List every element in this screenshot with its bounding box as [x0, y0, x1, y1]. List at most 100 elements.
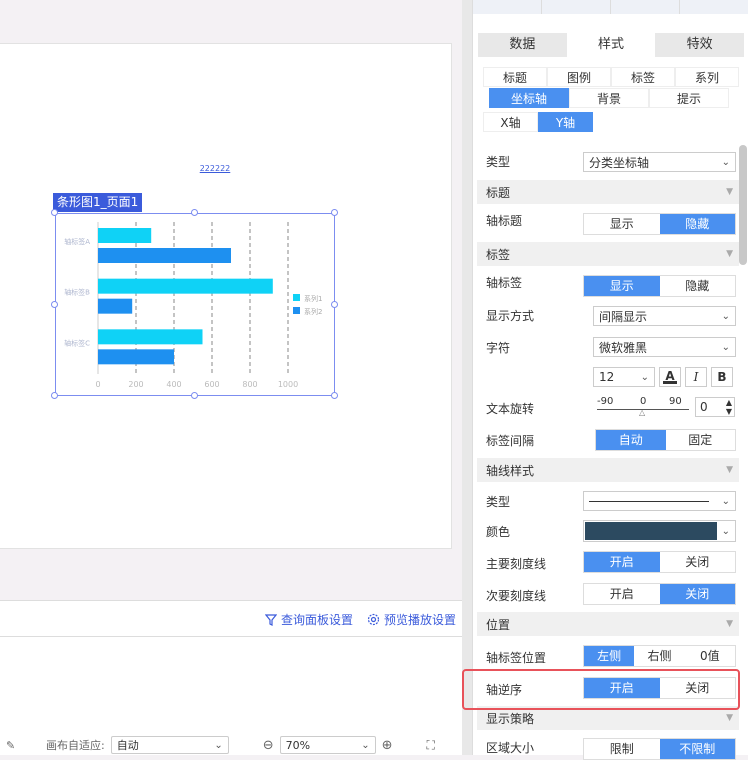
section-axisline-label: 轴线样式	[486, 463, 535, 478]
top-tab-4[interactable]	[680, 0, 748, 14]
axis-title-hide[interactable]: 隐藏	[659, 214, 735, 234]
resize-handle-bm[interactable]	[191, 392, 198, 399]
bold-button[interactable]: B	[711, 367, 733, 387]
rotate-value-input[interactable]: 0 ▲ ▼	[695, 397, 735, 417]
x-tick-label: 1000	[278, 380, 298, 389]
legend-swatch	[293, 307, 300, 314]
subtab-label[interactable]: 标签	[611, 67, 675, 87]
area-no-limit[interactable]: 不限制	[659, 739, 735, 759]
interval-fixed[interactable]: 固定	[665, 430, 735, 450]
font-select[interactable]: 微软雅黑 ⌄	[593, 337, 736, 357]
canvas-scrollbar[interactable]	[462, 0, 472, 755]
rotate-mid: 0	[640, 396, 647, 407]
area-size-toggle[interactable]: 限制 不限制	[583, 738, 736, 760]
minor-tick-toggle[interactable]: 开启 关闭	[583, 583, 736, 605]
area-limit[interactable]: 限制	[584, 739, 660, 759]
subtab-legend[interactable]: 图例	[547, 67, 611, 87]
chevron-down-icon: ⌄	[214, 739, 223, 751]
minor-tick-on[interactable]: 开启	[584, 584, 660, 604]
zoom-out-icon[interactable]: ⊖	[263, 738, 274, 753]
canvas-adapt-select[interactable]: 自动 ⌄	[110, 736, 229, 754]
chart-component-label[interactable]: 条形图1_页面1	[53, 193, 143, 212]
tab-x-axis[interactable]: X轴	[483, 112, 538, 132]
panel-scrollbar[interactable]	[739, 145, 747, 265]
line-type-select[interactable]: ⌄	[583, 491, 736, 511]
legend-label: 系列2	[304, 307, 322, 316]
axis-label-show[interactable]: 显示	[584, 276, 660, 296]
font-size-value: 12	[599, 370, 615, 384]
section-axisline[interactable]: 轴线样式 ▼	[477, 458, 739, 482]
major-tick-on[interactable]: 开启	[584, 552, 660, 572]
axis-label-label: 轴标签	[486, 276, 523, 290]
position-zero[interactable]: 0值	[684, 646, 735, 666]
font-label: 字符	[486, 341, 511, 355]
axis-label-toggle[interactable]: 显示 隐藏	[583, 275, 736, 297]
font-color-button[interactable]: A	[659, 367, 681, 387]
axis-label-position-toggle[interactable]: 左侧 右侧 0值	[583, 645, 736, 667]
resize-handle-tl[interactable]	[51, 209, 58, 216]
subtab-tooltip[interactable]: 提示	[649, 88, 729, 108]
zoom-toolbar: ✎ 画布自适应: 自动 ⌄ ⊖ 70% ⌄ ⊕ ⛶	[0, 735, 470, 755]
pencil-icon[interactable]: ✎	[6, 739, 20, 752]
bar	[98, 248, 231, 263]
label-interval-toggle[interactable]: 自动 固定	[595, 429, 736, 451]
major-tick-label: 主要刻度线	[486, 557, 547, 571]
tab-y-axis[interactable]: Y轴	[538, 112, 593, 132]
axis-title-toggle[interactable]: 显示 隐藏	[583, 213, 736, 235]
top-tab-2[interactable]	[542, 0, 611, 14]
bar	[98, 298, 133, 314]
major-tick-toggle[interactable]: 开启 关闭	[583, 551, 736, 573]
zoom-select[interactable]: 70% ⌄	[279, 736, 376, 754]
bar	[98, 228, 152, 243]
resize-handle-tm[interactable]	[191, 209, 198, 216]
interval-auto[interactable]: 自动	[596, 430, 666, 450]
section-position[interactable]: 位置 ▼	[477, 612, 739, 636]
section-title[interactable]: 标题 ▼	[477, 180, 739, 204]
subtab-title[interactable]: 标题	[483, 67, 547, 87]
chart-component[interactable]: 0 200 400 600 800 1000 轴标签A 轴标签B 轴标签C 系列1 系列2	[55, 213, 335, 396]
axis-label-position-label: 轴标签位置	[486, 651, 547, 665]
minor-tick-off[interactable]: 关闭	[659, 584, 735, 604]
tab-style[interactable]: 样式	[566, 33, 656, 57]
x-tick-label: 200	[128, 380, 143, 389]
section-label[interactable]: 标签 ▼	[477, 242, 739, 266]
font-value: 微软雅黑	[599, 340, 648, 355]
font-size-select[interactable]: 12 ⌄	[593, 367, 655, 387]
resize-handle-ml[interactable]	[51, 301, 58, 308]
collapse-icon: ▼	[726, 249, 733, 259]
top-tabs	[473, 0, 748, 14]
rotate-slider[interactable]: -90 0 90 △	[597, 396, 692, 418]
axis-type-select[interactable]: 分类坐标轴 ⌄	[583, 152, 736, 172]
position-left[interactable]: 左侧	[584, 646, 635, 666]
style-panel: 数据 样式 特效 标题 图例 标签 系列 坐标轴 背景 提示 X轴 Y轴 类型 …	[472, 0, 748, 760]
collapse-icon: ▼	[726, 187, 733, 197]
tab-effects[interactable]: 特效	[655, 33, 744, 57]
chevron-down-icon: ⌄	[361, 739, 370, 751]
subtab-background[interactable]: 背景	[569, 88, 649, 108]
italic-button[interactable]: I	[685, 367, 707, 387]
subtab-series[interactable]: 系列	[675, 67, 739, 87]
resize-handle-mr[interactable]	[331, 301, 338, 308]
axis-title-label: 轴标题	[486, 214, 523, 228]
query-panel-settings-link[interactable]: 查询面板设置	[264, 611, 353, 628]
tab-data[interactable]: 数据	[478, 33, 567, 57]
axis-label-hide[interactable]: 隐藏	[659, 276, 735, 296]
fit-screen-icon[interactable]: ⛶	[427, 738, 435, 753]
line-type-label: 类型	[486, 495, 511, 509]
canvas-adapt-value: 自动	[116, 739, 139, 752]
line-color-select[interactable]: ⌄	[583, 520, 736, 542]
preview-settings-link[interactable]: 预览播放设置	[367, 611, 456, 628]
top-tab-1[interactable]	[473, 0, 542, 14]
axis-title-show[interactable]: 显示	[584, 214, 660, 234]
position-right[interactable]: 右侧	[634, 646, 685, 666]
canvas-title-text[interactable]: 222222	[195, 164, 235, 173]
resize-handle-bl[interactable]	[51, 392, 58, 399]
subtab-axis[interactable]: 坐标轴	[489, 88, 569, 108]
zoom-in-icon[interactable]: ⊕	[382, 738, 393, 753]
resize-handle-br[interactable]	[331, 392, 338, 399]
major-tick-off[interactable]: 关闭	[659, 552, 735, 572]
resize-handle-tr[interactable]	[331, 209, 338, 216]
gear-icon	[367, 613, 380, 626]
top-tab-3[interactable]	[611, 0, 680, 14]
display-mode-select[interactable]: 间隔显示 ⌄	[593, 306, 736, 326]
